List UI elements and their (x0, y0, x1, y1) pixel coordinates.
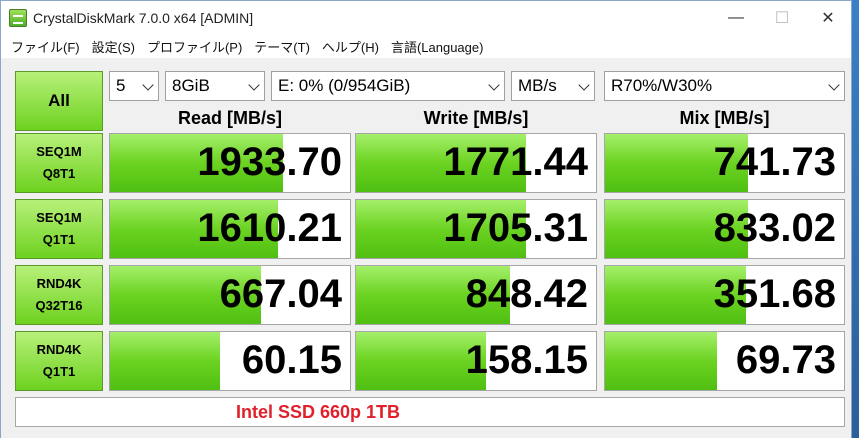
mix-ratio-select[interactable]: R70%/W30% (604, 71, 845, 101)
mix-column-header: Mix [MB/s] (679, 108, 770, 128)
test-name: SEQ1M (36, 144, 82, 159)
test-name: RND4K (36, 342, 82, 357)
mix-result-cell: 833.02 (604, 199, 845, 259)
unit-value: MB/s (518, 76, 557, 95)
test-size-value: 8GiB (172, 76, 210, 95)
write-result-cell: 1705.31 (355, 199, 597, 259)
write-value: 1771.44 (443, 140, 588, 184)
menu-settings[interactable]: 設定(S) (86, 37, 141, 56)
minimize-button[interactable]: — (713, 1, 759, 34)
read-result-cell: 1933.70 (109, 133, 351, 193)
crystaldiskmark-app-icon (9, 8, 27, 27)
chevron-down-icon (578, 79, 590, 91)
desktop-background (852, 0, 859, 438)
test-name: RND4K (36, 276, 82, 291)
read-value: 60.15 (241, 338, 342, 382)
read-result-cell: 667.04 (109, 265, 351, 325)
chevron-down-icon (828, 79, 840, 91)
window-controls: — ☐ ✕ (713, 1, 851, 34)
write-value: 158.15 (465, 338, 588, 382)
unit-select[interactable]: MB/s (511, 71, 595, 101)
menu-help[interactable]: ヘルプ(H) (316, 37, 385, 56)
test-count-select[interactable]: 5 (109, 71, 159, 101)
result-bar (605, 332, 718, 390)
menu-file[interactable]: ファイル(F) (5, 37, 86, 56)
test-params: Q8T1 (42, 166, 76, 181)
menu-bar: ファイル(F) 設定(S) プロファイル(P) テーマ(T) ヘルプ(H) 言語… (1, 34, 851, 58)
comment-field[interactable]: Intel SSD 660p 1TB (15, 397, 845, 427)
write-value: 1705.31 (443, 206, 588, 250)
read-column-header: Read [MB/s] (177, 108, 282, 128)
drive-value: E: 0% (0/954GiB) (278, 76, 411, 95)
mix-result-cell: 741.73 (604, 133, 845, 193)
write-result-cell: 158.15 (355, 331, 597, 391)
maximize-button[interactable]: ☐ (759, 1, 805, 34)
title-bar[interactable]: CrystalDiskMark 7.0.0 x64 [ADMIN] — ☐ ✕ (1, 1, 851, 34)
mix-result-cell: 69.73 (604, 331, 845, 391)
close-button[interactable]: ✕ (805, 1, 851, 34)
write-column-header: Write [MB/s] (423, 108, 529, 128)
write-result-cell: 1771.44 (355, 133, 597, 193)
seq1m-q8t1-button[interactable]: SEQ1M Q8T1 (15, 133, 103, 193)
chevron-down-icon (248, 79, 260, 91)
read-result-cell: 60.15 (109, 331, 351, 391)
test-name: SEQ1M (36, 210, 82, 225)
read-result-cell: 1610.21 (109, 199, 351, 259)
chevron-down-icon (142, 79, 154, 91)
result-bar (110, 332, 221, 390)
test-count-value: 5 (116, 76, 126, 95)
test-params: Q32T16 (35, 298, 83, 313)
comment-text: Intel SSD 660p 1TB (236, 401, 401, 422)
chevron-down-icon (488, 79, 500, 91)
rnd4k-q1t1-button[interactable]: RND4K Q1T1 (15, 331, 103, 391)
mix-result-cell: 351.68 (604, 265, 845, 325)
run-all-button[interactable]: All (15, 71, 103, 131)
seq1m-q1t1-button[interactable]: SEQ1M Q1T1 (15, 199, 103, 259)
mix-value: 69.73 (735, 338, 836, 382)
write-value: 848.42 (465, 272, 588, 316)
read-value: 1933.70 (197, 140, 342, 184)
mix-value: 351.68 (713, 272, 836, 316)
test-params: Q1T1 (42, 232, 76, 247)
rnd4k-q32t16-button[interactable]: RND4K Q32T16 (15, 265, 103, 325)
app-window: CrystalDiskMark 7.0.0 x64 [ADMIN] — ☐ ✕ … (0, 0, 852, 438)
menu-language[interactable]: 言語(Language) (385, 37, 490, 56)
mix-value: 741.73 (713, 140, 836, 184)
test-size-select[interactable]: 8GiB (165, 71, 265, 101)
menu-profile[interactable]: プロファイル(P) (141, 37, 248, 56)
mix-value: 833.02 (713, 206, 836, 250)
drive-select[interactable]: E: 0% (0/954GiB) (271, 71, 505, 101)
window-title: CrystalDiskMark 7.0.0 x64 [ADMIN] (33, 9, 254, 26)
menu-theme[interactable]: テーマ(T) (248, 37, 316, 56)
mix-ratio-value: R70%/W30% (611, 76, 713, 95)
read-value: 1610.21 (197, 206, 342, 250)
benchmark-panel: All 5 8GiB E: 0% (0/954GiB) MB/s R70%/W3… (1, 58, 851, 438)
read-value: 667.04 (219, 272, 342, 316)
test-params: Q1T1 (42, 364, 76, 379)
write-result-cell: 848.42 (355, 265, 597, 325)
